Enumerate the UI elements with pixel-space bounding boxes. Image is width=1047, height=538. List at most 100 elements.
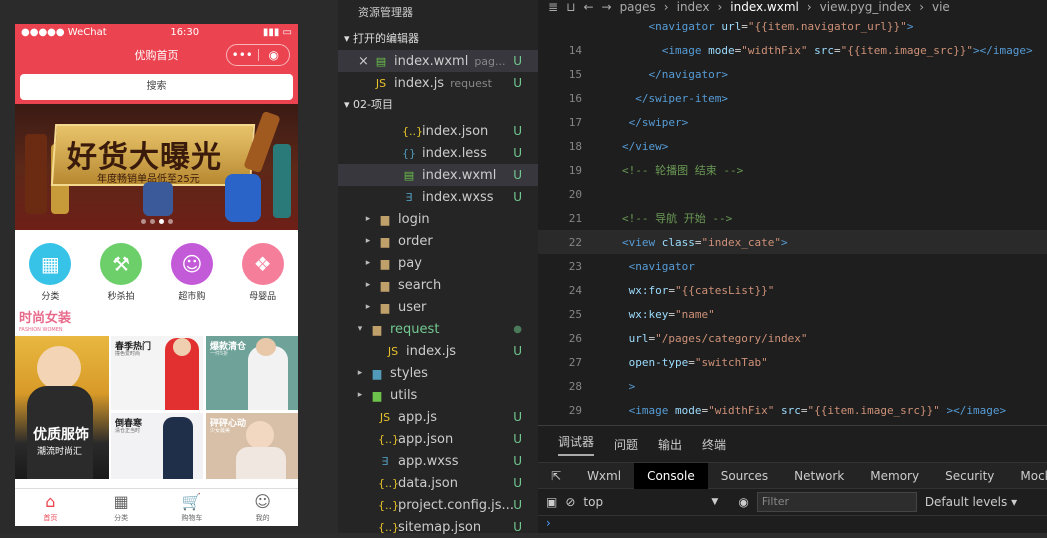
tree-item[interactable]: ▸ ▆ search: [338, 274, 538, 296]
swiper-banner[interactable]: 好货大曝光 年度畅销单品低至25元: [15, 104, 298, 230]
breadcrumb-part[interactable]: pages: [620, 0, 656, 14]
floor-tile-4[interactable]: 砰砰心动 少女最美: [206, 413, 298, 479]
code-line[interactable]: 16 </swiper-item>: [538, 86, 1047, 110]
breadcrumb-part[interactable]: ›: [664, 0, 669, 14]
devtools-tab[interactable]: 问题: [614, 436, 638, 453]
panel-tab[interactable]: Console: [634, 462, 708, 489]
close-miniapp-icon[interactable]: ◉: [259, 48, 290, 62]
code-line[interactable]: 27 open-type="switchTab": [538, 350, 1047, 374]
breadcrumb-part[interactable]: vie: [932, 0, 950, 14]
tree-item[interactable]: ∃ app.wxss U: [338, 450, 538, 472]
category-item[interactable]: ⚒ 秒杀拍: [91, 242, 151, 302]
category-item[interactable]: ❖ 母婴品: [233, 242, 293, 302]
tree-item[interactable]: ▸ ▆ user: [338, 296, 538, 318]
code-line[interactable]: 24 wx:for="{{catesList}}": [538, 278, 1047, 302]
breadcrumb-part[interactable]: view.pyg_index: [820, 0, 912, 14]
file-name: sitemap.json: [398, 519, 482, 535]
breadcrumb-part[interactable]: ›: [807, 0, 812, 14]
close-icon[interactable]: ×: [358, 54, 374, 69]
code-line[interactable]: 15 </navigator>: [538, 62, 1047, 86]
line-number: 26: [568, 331, 582, 345]
floor-tile-2[interactable]: 爆款清仓 一件5折: [206, 336, 298, 410]
breadcrumb-part[interactable]: ›: [919, 0, 924, 14]
devtools-tab[interactable]: 终端: [702, 436, 726, 453]
category-item[interactable]: ▦ 分类: [20, 242, 80, 302]
tree-item[interactable]: ▸ ▆ styles: [338, 362, 538, 384]
eye-icon[interactable]: ◉: [738, 495, 748, 509]
tree-item[interactable]: ∃ index.wxss U: [338, 186, 538, 208]
panel-tab[interactable]: Security: [932, 463, 1007, 489]
open-editor-item[interactable]: JS index.js request U: [338, 72, 538, 94]
tree-item[interactable]: {..} project.config.js... U: [338, 494, 538, 516]
panel-tab[interactable]: Wxml: [574, 463, 634, 489]
dropdown-icon[interactable]: ▼: [711, 497, 718, 507]
tree-item[interactable]: {..} app.json U: [338, 428, 538, 450]
tree-item[interactable]: ▸ ▆ utils: [338, 384, 538, 406]
code-line[interactable]: 18 </view>: [538, 134, 1047, 158]
code-line[interactable]: 25 wx:key="name": [538, 302, 1047, 326]
floor-tile-1[interactable]: 春季热门 撞色爱时尚: [111, 336, 203, 410]
panel-tab[interactable]: Mock: [1007, 463, 1047, 489]
search-input[interactable]: 搜索: [20, 74, 293, 100]
tab-item[interactable]: 🛒 购物车: [157, 489, 228, 526]
code-line[interactable]: 22 <view class="index_cate">: [538, 230, 1047, 254]
project-section[interactable]: ▾ 02-项目: [338, 94, 538, 116]
open-editors-section[interactable]: ▾ 打开的编辑器: [338, 28, 538, 50]
panel-tab[interactable]: ⇱: [538, 463, 574, 489]
floor-tile-big[interactable]: 优质服饰 潮流时尚汇: [15, 336, 109, 479]
tree-item[interactable]: JS app.js U: [338, 406, 538, 428]
breadcrumb-part[interactable]: index: [677, 0, 710, 14]
code-line[interactable]: 26 url="/pages/category/index": [538, 326, 1047, 350]
code-line[interactable]: 29 <image mode="widthFix" src="{{item.im…: [538, 398, 1047, 422]
tab-item[interactable]: ▦ 分类: [86, 489, 157, 526]
line-number: 19: [568, 163, 582, 177]
category-item[interactable]: ☺ 超市购: [162, 242, 222, 302]
panel-tab[interactable]: Network: [781, 463, 857, 489]
tab-item[interactable]: ☺ 我的: [227, 489, 298, 526]
log-levels-select[interactable]: Default levels ▾: [925, 495, 1017, 509]
tree-item[interactable]: {..} data.json U: [338, 472, 538, 494]
tree-item[interactable]: ▾ ▆ request ●: [338, 318, 538, 340]
panel-tab[interactable]: Sources: [708, 463, 781, 489]
breadcrumb-part[interactable]: →: [602, 0, 612, 14]
sidebar-toggle-icon[interactable]: ▣: [546, 495, 557, 509]
code-line[interactable]: 20: [538, 182, 1047, 206]
code-line[interactable]: 19 <!-- 轮播图 结束 -->: [538, 158, 1047, 182]
tree-item[interactable]: {..} index.json U: [338, 120, 538, 142]
devtools-tab[interactable]: 调试器: [558, 433, 595, 456]
tree-item[interactable]: ▸ ▆ order: [338, 230, 538, 252]
code-line[interactable]: 17 </swiper>: [538, 110, 1047, 134]
file-icon: ▆: [372, 388, 382, 402]
panel-tab[interactable]: Memory: [857, 463, 932, 489]
context-select[interactable]: top: [583, 495, 703, 509]
breadcrumb-part[interactable]: ⊔: [566, 0, 575, 14]
code-line[interactable]: <navigator url="{{item.navigator_url}}">: [538, 14, 1047, 38]
code-line[interactable]: 14 <image mode="widthFix" src="{{item.im…: [538, 38, 1047, 62]
filter-input[interactable]: Filter: [756, 492, 917, 512]
floor-tile-3[interactable]: 倒春寒 清仓正当时: [111, 413, 203, 479]
breadcrumb-part[interactable]: ›: [717, 0, 722, 14]
breadcrumb-part[interactable]: index.wxml: [730, 0, 799, 14]
git-status: ●: [513, 323, 522, 335]
tab-item[interactable]: ⌂ 首页: [15, 489, 86, 526]
tree-item[interactable]: {..} sitemap.json U: [338, 516, 538, 538]
breadcrumb-part[interactable]: ←: [583, 0, 593, 14]
clear-console-icon[interactable]: ⊘: [565, 495, 575, 509]
tree-item[interactable]: JS index.js U: [338, 340, 538, 362]
code-line[interactable]: 21 <!-- 导航 开始 -->: [538, 206, 1047, 230]
explorer-title: 资源管理器: [358, 6, 413, 19]
floor-tile-4-subcaption: 少女最美: [210, 428, 231, 434]
tree-item[interactable]: {} index.less U: [338, 142, 538, 164]
code-editor[interactable]: ≣ ⊔ ← → pages › index › index.wxml › view.pyg_inde…: [538, 0, 1047, 425]
breadcrumb-part[interactable]: ≣: [548, 0, 558, 14]
devtools-tab[interactable]: 输出: [658, 436, 682, 453]
code-line[interactable]: 28 >: [538, 374, 1047, 398]
tree-item[interactable]: ▤ index.wxml U: [338, 164, 538, 186]
tree-item[interactable]: ▸ ▆ login: [338, 208, 538, 230]
code-lines[interactable]: <navigator url="{{item.navigator_url}}">…: [538, 14, 1047, 425]
console-prompt[interactable]: ›: [538, 516, 1047, 534]
tree-item[interactable]: ▸ ▆ pay: [338, 252, 538, 274]
code-line[interactable]: 23 <navigator: [538, 254, 1047, 278]
more-icon[interactable]: •••: [227, 48, 258, 62]
open-editor-item[interactable]: × ▤ index.wxml pag... U: [338, 50, 538, 72]
